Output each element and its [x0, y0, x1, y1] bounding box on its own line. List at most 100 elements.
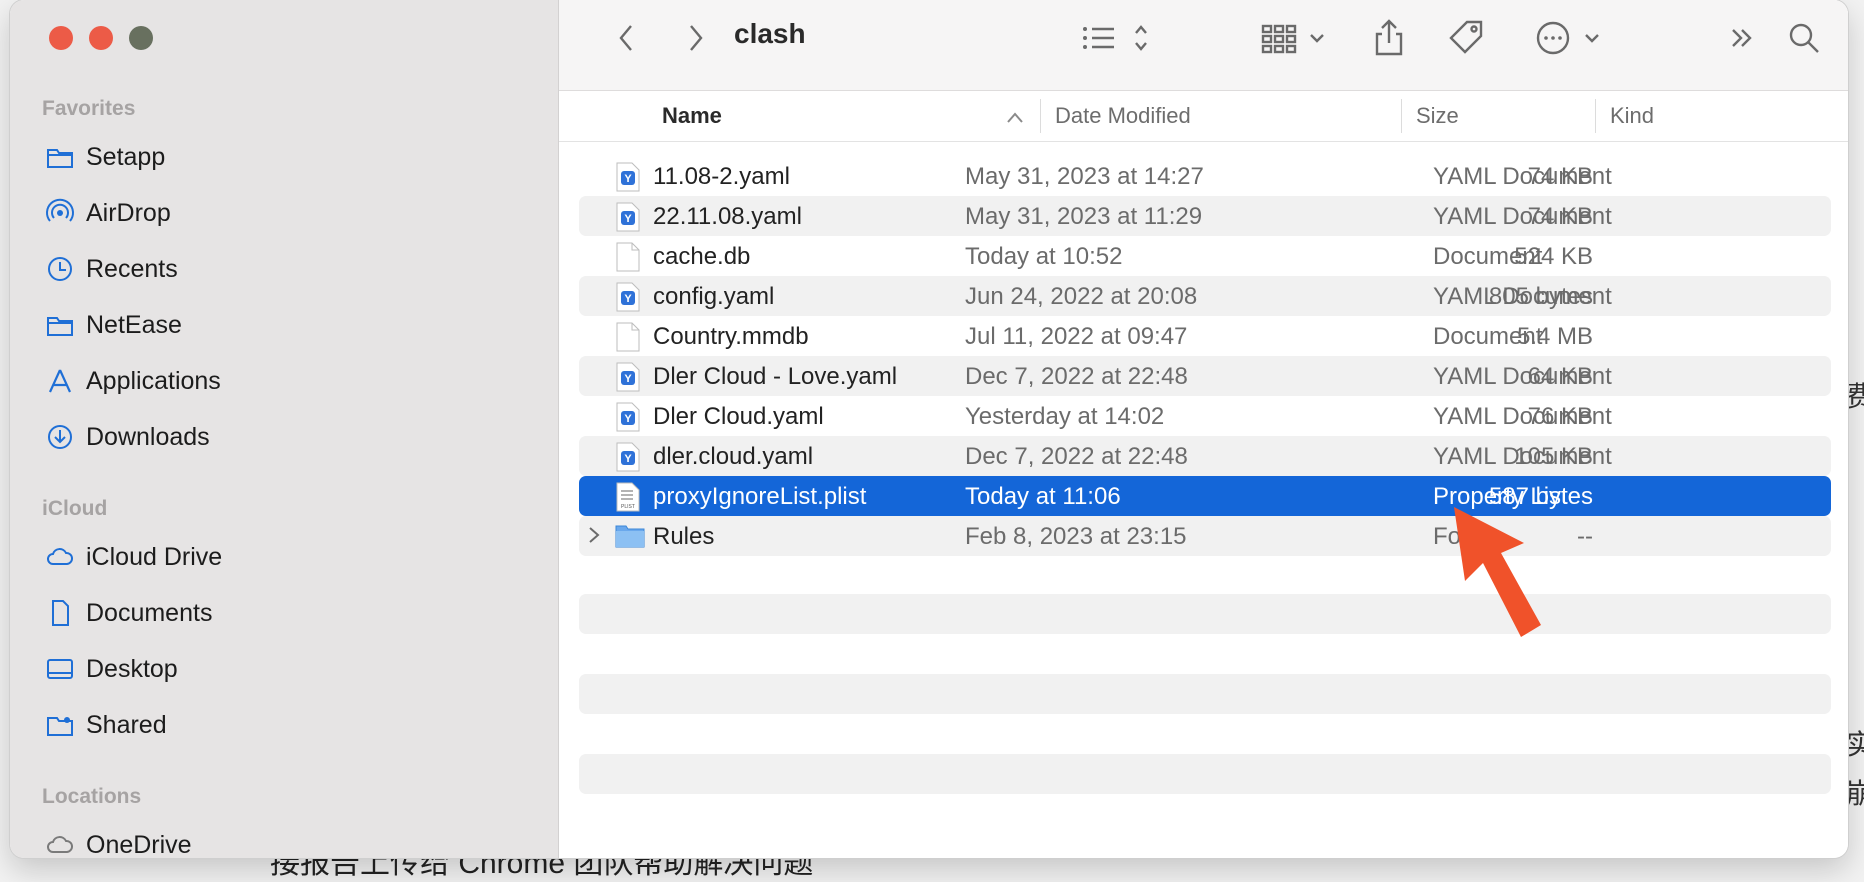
file-row[interactable]: PLIST proxyIgnoreList.plist Today at 11:06…: [579, 476, 1831, 516]
sidebar-item-label: iCloud Drive: [86, 542, 223, 571]
column-header-size[interactable]: Size: [1416, 103, 1459, 129]
sidebar-item-shared[interactable]: Shared: [42, 703, 532, 747]
view-options-button[interactable]: [1079, 16, 1159, 60]
file-kind: YAML Document: [1433, 403, 1612, 430]
file-date: Feb 8, 2023 at 23:15: [965, 523, 1187, 550]
group-button[interactable]: [1259, 16, 1333, 60]
file-row[interactable]: Y Dler Cloud - Love.yaml Dec 7, 2022 at 22…: [579, 356, 1831, 396]
sidebar-item-netease[interactable]: NetEase: [42, 303, 532, 347]
file-row[interactable]: Y 22.11.08.yaml May 31, 2023 at 11:29 74 KB…: [579, 196, 1831, 236]
applications-icon: [42, 363, 78, 399]
empty-row: [579, 594, 1831, 634]
sidebar-item-setapp[interactable]: Setapp: [42, 135, 532, 179]
plist-file-icon: PLIST: [615, 482, 641, 512]
grid-icon: [1261, 24, 1324, 54]
disclosure-chevron-icon[interactable]: [587, 524, 601, 552]
file-row[interactable]: Country.mmdb Jul 11, 2022 at 09:47 5.4 MB D…: [579, 316, 1831, 356]
sidebar-item-airdrop[interactable]: AirDrop: [42, 191, 532, 235]
file-name: config.yaml: [653, 283, 775, 310]
svg-text:Y: Y: [624, 413, 632, 425]
file-date: Yesterday at 14:02: [965, 403, 1165, 430]
sidebar-item-label: Applications: [86, 366, 221, 395]
folder-icon: [615, 522, 645, 552]
file-name: Dler Cloud.yaml: [653, 403, 824, 430]
svg-text:Y: Y: [624, 453, 632, 465]
ellipsis-circle-icon: [1536, 21, 1599, 55]
svg-text:PLIST: PLIST: [621, 504, 635, 510]
file-row[interactable]: Y Dler Cloud.yaml Yesterday at 14:02 76 KB Y…: [579, 396, 1831, 436]
sidebar-item-label: AirDrop: [86, 198, 171, 227]
empty-row: [579, 674, 1831, 714]
sidebar-item-label: NetEase: [86, 310, 182, 339]
sidebar-item-desktop[interactable]: Desktop: [42, 647, 532, 691]
column-divider[interactable]: [1595, 99, 1596, 133]
yaml-file-icon: Y: [615, 362, 641, 392]
folder-icon: [42, 307, 78, 343]
file-date: Dec 7, 2022 at 22:48: [965, 443, 1188, 470]
background-text: 崩: [1846, 778, 1864, 809]
column-header-date[interactable]: Date Modified: [1055, 103, 1191, 129]
file-row[interactable]: RulesFeb 8, 2023 at 23:15--Folder: [579, 516, 1831, 556]
sidebar-item-label: Recents: [86, 254, 178, 283]
file-row[interactable]: Yconfig.yaml Jun 24, 2022 at 20:08 805 byt…: [579, 276, 1831, 316]
svg-text:Y: Y: [624, 213, 632, 225]
sidebar-item-label: Desktop: [86, 654, 178, 683]
yaml-file-icon: Y: [615, 162, 641, 192]
file-kind: YAML Document: [1433, 363, 1612, 390]
toolbar-overflow-button[interactable]: [1724, 16, 1760, 60]
sidebar-item-label: OneDrive: [86, 830, 192, 859]
toolbar: clash: [559, 0, 1848, 91]
shared-folder-icon: [42, 707, 78, 743]
sidebar-item-documents[interactable]: Documents: [42, 591, 532, 635]
file-date: May 31, 2023 at 11:29: [965, 203, 1203, 230]
yaml-file-icon: Y: [615, 402, 641, 432]
file-kind: Document: [1433, 243, 1543, 270]
sidebar-item-icloud-drive[interactable]: iCloud Drive: [42, 535, 532, 579]
sidebar-item-label: Shared: [86, 710, 167, 739]
file-name: Dler Cloud - Love.yaml: [653, 363, 898, 390]
document-icon: [42, 595, 78, 631]
folder-icon: [42, 139, 78, 175]
column-header-kind[interactable]: Kind: [1610, 103, 1654, 129]
sidebar-item-applications[interactable]: Applications: [42, 359, 532, 403]
blank-file-icon: [615, 242, 641, 272]
file-row[interactable]: cache.db Today at 10:52 524 KB Document: [579, 236, 1831, 276]
file-name: 11.08-2.yaml: [653, 163, 790, 190]
sidebar-section-locations: Locations: [42, 785, 142, 808]
forward-button[interactable]: [681, 16, 711, 60]
svg-text:Y: Y: [624, 173, 632, 185]
sidebar-item-label: Documents: [86, 598, 213, 627]
yaml-file-icon: Y: [615, 202, 641, 232]
file-date: Jul 11, 2022 at 09:47: [965, 323, 1188, 350]
sort-ascending-icon[interactable]: [1006, 105, 1024, 131]
svg-text:Y: Y: [624, 373, 632, 385]
share-button[interactable]: [1369, 16, 1409, 60]
yaml-file-icon: Y: [615, 282, 641, 312]
chevron-right-icon: [690, 25, 703, 51]
more-actions-button[interactable]: [1534, 16, 1608, 60]
maximize-window-button[interactable]: [129, 26, 153, 50]
svg-text:Y: Y: [624, 293, 632, 305]
close-window-button[interactable]: [49, 26, 73, 50]
minimize-window-button[interactable]: [89, 26, 113, 50]
search-button[interactable]: [1784, 16, 1824, 60]
column-divider[interactable]: [1040, 99, 1041, 133]
file-row[interactable]: Ydler.cloud.yaml Dec 7, 2022 at 22:48 105 …: [579, 436, 1831, 476]
back-button[interactable]: [611, 16, 641, 60]
sidebar-item-onedrive[interactable]: OneDrive: [42, 823, 532, 858]
tags-button[interactable]: [1444, 16, 1488, 60]
column-divider[interactable]: [1401, 99, 1402, 133]
background-text: 实: [1846, 729, 1864, 760]
column-header-name[interactable]: Name: [662, 103, 722, 129]
share-icon: [1375, 19, 1403, 56]
file-kind: YAML Document: [1433, 283, 1612, 310]
list-view-icon: [1083, 25, 1147, 51]
file-kind: Document: [1433, 323, 1543, 350]
file-row[interactable]: Y 11.08-2.yaml May 31, 2023 at 14:27 74 KB Y…: [579, 156, 1831, 196]
sidebar-item-downloads[interactable]: Downloads: [42, 415, 532, 459]
sidebar-section-icloud: iCloud: [42, 497, 108, 520]
sidebar: Favorites Setapp AirDrop Recents NetEase…: [10, 0, 559, 858]
empty-row: [579, 754, 1831, 794]
blank-file-icon: [615, 322, 641, 352]
sidebar-item-recents[interactable]: Recents: [42, 247, 532, 291]
